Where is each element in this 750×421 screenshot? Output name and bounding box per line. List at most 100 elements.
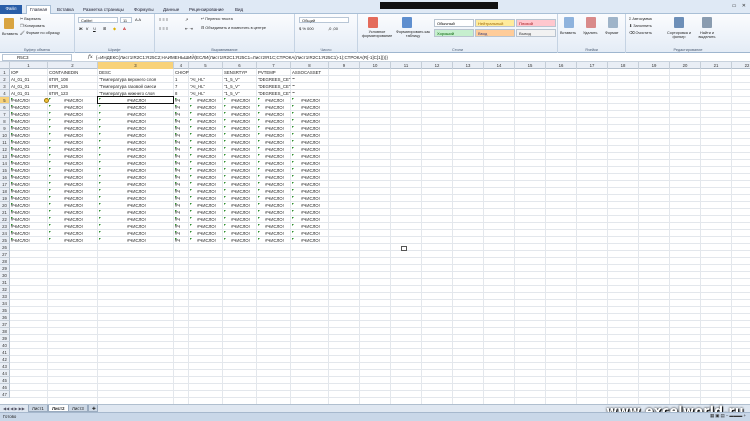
cell[interactable]: #ЧИСЛО! <box>48 237 98 244</box>
sheet-tab-2[interactable]: Лист2 <box>48 405 69 412</box>
cell[interactable]: #ЧИСЛО! <box>98 202 174 209</box>
cell[interactable]: #ЧИСЛО! <box>48 125 98 132</box>
cell[interactable]: #ЧИСЛО! <box>48 181 98 188</box>
row-header[interactable]: 38 <box>0 328 10 335</box>
column-header[interactable]: 12 <box>422 62 453 69</box>
row-header[interactable]: 3 <box>0 83 10 90</box>
column-header[interactable]: 5 <box>189 62 223 69</box>
row-header[interactable]: 4 <box>0 90 10 97</box>
cell[interactable]: "Температура верхнего слоя <box>98 76 174 83</box>
indent-icon[interactable]: ⇤ ⇥ <box>185 26 193 31</box>
cell[interactable]: #ЧИСЛО! <box>223 146 257 153</box>
cell[interactable]: #ЧИСЛО! <box>257 237 291 244</box>
cell[interactable]: #ЧИСЛО! <box>257 118 291 125</box>
sort-filter-icon[interactable] <box>674 17 684 28</box>
cell[interactable]: #ЧИСЛО! <box>189 167 223 174</box>
column-header[interactable]: 7 <box>257 62 291 69</box>
cell[interactable]: 6TIR_108 <box>48 76 98 83</box>
cell[interactable]: #ЧИСЛО! <box>98 230 174 237</box>
cell[interactable]: #ЧИСЛО! <box>48 202 98 209</box>
cell[interactable]: #ЧИСЛО! <box>98 216 174 223</box>
cell[interactable]: #ЧИСЛО! <box>10 97 48 104</box>
row-header[interactable]: 17 <box>0 181 10 188</box>
align-left-icon[interactable]: ≡ ≡ ≡ <box>159 26 168 31</box>
italic-button[interactable]: К <box>86 26 88 31</box>
row-header[interactable]: 33 <box>0 293 10 300</box>
row-header[interactable]: 25 <box>0 237 10 244</box>
cell[interactable]: #ЧИСЛО! <box>291 237 329 244</box>
column-header[interactable]: 6 <box>223 62 257 69</box>
orientation-icon[interactable]: ↗ <box>185 17 188 22</box>
cell[interactable]: #ЧИСЛО! <box>10 174 48 181</box>
tab-review[interactable]: Рецензирование <box>186 6 227 14</box>
cell[interactable]: #ЧИСЛО! <box>223 223 257 230</box>
cell[interactable]: #ЧИСЛО! <box>10 237 48 244</box>
column-header[interactable]: 22 <box>732 62 750 69</box>
style-bad[interactable]: Плохой <box>516 19 556 27</box>
name-box[interactable]: R5C3 <box>2 54 72 61</box>
cell[interactable]: #ЧИСЛО! <box>257 188 291 195</box>
cell[interactable]: "" <box>291 83 329 90</box>
delete-cells-icon[interactable] <box>586 17 596 28</box>
new-sheet-icon[interactable]: ✚ <box>88 405 98 412</box>
row-header[interactable]: 12 <box>0 146 10 153</box>
cell[interactable]: #ЧИСЛО! <box>10 104 48 111</box>
cell[interactable]: "DEGREES_CE" <box>257 76 291 83</box>
column-header[interactable]: 18 <box>608 62 639 69</box>
merge-center-button[interactable]: ⊟ Объединить и поместить в центре <box>201 26 266 31</box>
cell[interactable]: #ЧИСЛО! <box>257 174 291 181</box>
cell[interactable]: #ЧИСЛО! <box>48 160 98 167</box>
cell[interactable]: #ЧИСЛО! <box>257 153 291 160</box>
cell[interactable]: #ЧИСЛО! <box>291 125 329 132</box>
cell[interactable]: #ЧИСЛО! <box>291 174 329 181</box>
clear-button[interactable]: ⌫ Очистить <box>629 31 652 36</box>
cell[interactable]: #ЧИСЛО! <box>98 209 174 216</box>
column-header[interactable]: 2 <box>48 62 98 69</box>
tab-data[interactable]: Данные <box>160 6 182 14</box>
cell[interactable]: #ЧИСЛО! <box>98 181 174 188</box>
row-header[interactable]: 42 <box>0 356 10 363</box>
cell[interactable]: #ЧИСЛО! <box>98 223 174 230</box>
tab-page-layout[interactable]: Разметка страницы <box>80 6 127 14</box>
cell[interactable]: 8 <box>174 90 189 97</box>
cell[interactable]: #ЧИСЛО! <box>291 139 329 146</box>
row-header[interactable]: 19 <box>0 195 10 202</box>
paste-icon[interactable] <box>4 18 14 29</box>
cell[interactable]: #ЧИСЛО! <box>291 160 329 167</box>
font-color-icon[interactable]: A <box>123 26 126 31</box>
cell[interactable]: #ЧИСЛО! <box>48 230 98 237</box>
delete-cells-button[interactable]: Удалить <box>583 31 598 36</box>
cell[interactable]: #ЧИСЛО! <box>223 97 257 104</box>
cell[interactable]: #ЧИСЛО! <box>10 216 48 223</box>
font-size-select[interactable]: 11 <box>120 17 132 23</box>
underline-button[interactable]: Ч <box>93 26 96 31</box>
cell[interactable]: #ЧИСЛО! <box>10 167 48 174</box>
cell[interactable]: #ЧИСЛО! <box>98 188 174 195</box>
cell[interactable]: #ЧИСЛО! <box>223 237 257 244</box>
cell[interactable]: #ЧИСЛО! <box>257 195 291 202</box>
column-header[interactable]: 16 <box>546 62 577 69</box>
cell[interactable]: CHIOPTYPE <box>174 69 189 76</box>
cell[interactable]: #ЧИСЛО! <box>98 132 174 139</box>
cell[interactable]: "1_5_V" <box>223 76 257 83</box>
zoom-controls[interactable]: ▦ ▣ ▤ − ▬▬▬ + <box>710 413 746 419</box>
row-header[interactable]: 30 <box>0 272 10 279</box>
cell[interactable]: #ЧИСЛО! <box>223 188 257 195</box>
cell[interactable]: #ЧИСЛО! <box>223 174 257 181</box>
align-top-icon[interactable]: ≡ ≡ ≡ <box>159 17 168 22</box>
row-header[interactable]: 28 <box>0 258 10 265</box>
cell[interactable]: #ЧИСЛО! <box>291 230 329 237</box>
cell[interactable]: #ЧИСЛО! <box>10 181 48 188</box>
cell[interactable]: #ЧИСЛО! <box>291 97 329 104</box>
find-select-button[interactable]: Найти и выделить <box>694 31 720 39</box>
cell[interactable]: #ЧИСЛО! <box>48 216 98 223</box>
cell[interactable]: #ЧИСЛО! <box>291 111 329 118</box>
cell[interactable]: #ЧИСЛО! <box>189 188 223 195</box>
row-header[interactable]: 26 <box>0 244 10 251</box>
format-cells-button[interactable]: Формат <box>605 31 619 36</box>
row-header[interactable]: 10 <box>0 132 10 139</box>
cell[interactable]: #ЧИСЛО! <box>291 146 329 153</box>
formula-input[interactable]: {=ИНДЕКС(Лист1!R2C1:R25C2;НАИМЕНЬШИЙ(ЕСЛ… <box>96 54 746 61</box>
cell[interactable]: #ЧИСЛО! <box>189 181 223 188</box>
row-header[interactable]: 32 <box>0 286 10 293</box>
